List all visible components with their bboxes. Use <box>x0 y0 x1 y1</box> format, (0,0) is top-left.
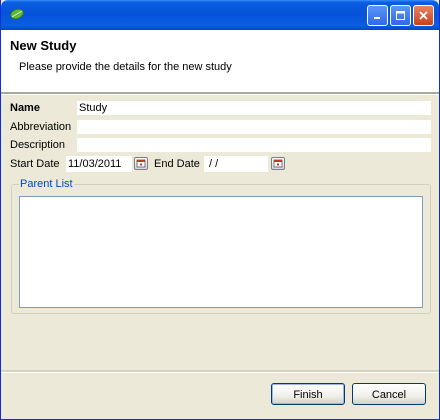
end-date-label: End Date <box>154 158 200 170</box>
maximize-icon <box>396 11 405 20</box>
page-title: New Study <box>10 38 77 53</box>
finish-button[interactable]: Finish <box>271 383 345 405</box>
close-icon <box>419 11 428 20</box>
title-bar[interactable] <box>1 0 439 30</box>
end-date-picker-button[interactable] <box>271 157 285 170</box>
parent-list-box[interactable] <box>19 196 423 308</box>
start-date-label: Start Date <box>10 158 60 170</box>
wizard-header: New Study Please provide the details for… <box>1 30 439 92</box>
calendar-icon <box>273 159 283 168</box>
abbreviation-field[interactable] <box>77 120 431 134</box>
end-date-field[interactable]: / / <box>204 156 268 172</box>
description-label: Description <box>10 139 66 151</box>
start-date-picker-button[interactable] <box>134 157 148 170</box>
start-date-field[interactable]: 11/03/2011 <box>66 156 132 172</box>
parent-list-label: Parent List <box>19 178 74 190</box>
calendar-icon <box>136 159 146 168</box>
description-field[interactable] <box>77 138 431 152</box>
minimize-icon <box>374 17 380 19</box>
minimize-button[interactable] <box>367 5 388 26</box>
cancel-button[interactable]: Cancel <box>352 383 426 405</box>
maximize-button[interactable] <box>390 5 411 26</box>
close-button[interactable] <box>413 5 434 26</box>
name-label: Name <box>10 102 40 114</box>
abbreviation-label: Abbreviation <box>10 121 72 133</box>
footer-divider <box>1 370 439 373</box>
name-field[interactable]: Study <box>77 101 431 115</box>
header-divider <box>1 92 439 95</box>
new-study-dialog: New Study Please provide the details for… <box>0 0 440 420</box>
page-description: Please provide the details for the new s… <box>19 61 232 73</box>
leaf-icon <box>10 8 24 20</box>
